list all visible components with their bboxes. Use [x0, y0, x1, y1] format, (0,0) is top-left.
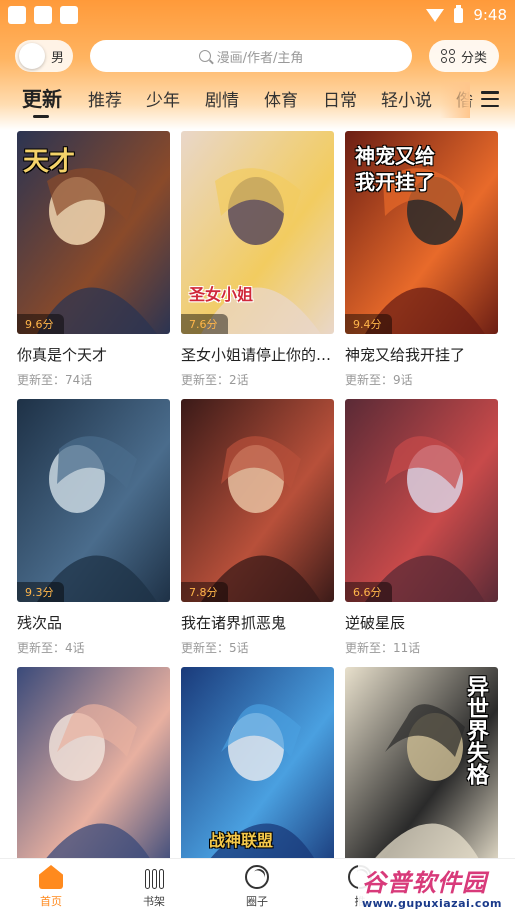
cover-art [17, 667, 170, 870]
tab-recommend[interactable]: 推荐 [88, 86, 122, 111]
tab-update[interactable]: 更新 [22, 83, 62, 112]
nav-circle-label: 圈子 [246, 895, 268, 908]
comic-card[interactable]: 战神联盟 [181, 667, 334, 870]
home-icon [39, 865, 63, 889]
comic-update: 更新至：2话 [181, 373, 249, 387]
comic-cover: 9.3分 [17, 399, 170, 602]
comic-title: 圣女小姐请停止你的… [181, 346, 332, 364]
tabs-fade [440, 82, 470, 118]
cover-title-art: 天才 [23, 147, 76, 177]
score-badge: 7.8分 [181, 582, 228, 602]
tab-daily[interactable]: 日常 [323, 86, 357, 111]
bookshelf-icon [142, 865, 166, 889]
category-button[interactable]: 分类 [429, 40, 499, 72]
menu-icon[interactable] [481, 91, 499, 107]
cover-title-art: 战神联盟 [209, 831, 274, 850]
status-time: 9:48 [473, 6, 507, 24]
nav-bookshelf-label: 书架 [143, 895, 165, 908]
comic-card[interactable]: 神宠又给我开挂了 9.4分 神宠又给我开挂了 更新至：9话 [345, 131, 498, 388]
wifi-icon [426, 8, 445, 22]
comic-card[interactable]: 9.3分 残次品 更新至：4话 [17, 399, 170, 656]
comic-card[interactable] [17, 667, 170, 870]
category-tabs: 更新 推荐 少年 剧情 体育 日常 轻小说 偺 [0, 82, 515, 122]
nav-home-label: 首页 [40, 895, 62, 908]
search-placeholder: 漫画/作者/主角 [216, 50, 304, 66]
notification-icon [34, 6, 52, 24]
score-badge: 9.6分 [17, 314, 64, 334]
cover-title-art: 神宠又给我开挂了 [355, 144, 435, 194]
nav-bookshelf[interactable]: 书架 [124, 865, 184, 909]
notification-icon [60, 6, 78, 24]
comic-card[interactable]: 天才 9.6分 你真是个天才 更新至：74话 [17, 131, 170, 388]
cover-art [17, 399, 170, 602]
notification-icon [8, 6, 26, 24]
comic-title: 神宠又给我开挂了 [345, 346, 466, 364]
score-badge: 9.3分 [17, 582, 64, 602]
tab-light-novel[interactable]: 轻小说 [381, 86, 432, 111]
comic-update: 更新至：11话 [345, 641, 421, 655]
comic-cover: 神宠又给我开挂了 9.4分 [345, 131, 498, 334]
app-screen: 9:48 男 漫画/作者/主角 分类 更新 推荐 少年 剧情 体育 日常 轻小说… [0, 0, 515, 916]
comic-title: 我在诸界抓恶鬼 [181, 614, 287, 632]
search-row: 男 漫画/作者/主角 分类 [0, 40, 515, 74]
comic-card[interactable]: 6.6分 逆破星辰 更新至：11话 [345, 399, 498, 656]
cover-art [181, 399, 334, 602]
comic-update: 更新至：5话 [181, 641, 249, 655]
comic-update: 更新至：74话 [17, 373, 93, 387]
tab-sports[interactable]: 体育 [264, 86, 298, 111]
gender-label: 男 [51, 50, 65, 66]
nav-home[interactable]: 首页 [21, 865, 81, 909]
tab-shounen[interactable]: 少年 [146, 86, 180, 111]
category-label: 分类 [460, 50, 487, 66]
comic-cover: 战神联盟 [181, 667, 334, 870]
comic-update: 更新至：4话 [17, 641, 85, 655]
comic-title: 你真是个天才 [17, 346, 108, 364]
comic-cover: 圣女小姐 7.6分 [181, 131, 334, 334]
search-icon [198, 50, 211, 62]
score-badge: 7.6分 [181, 314, 228, 334]
search-input[interactable]: 漫画/作者/主角 [90, 40, 412, 72]
status-bar: 9:48 [0, 0, 515, 30]
score-badge: 9.4分 [345, 314, 392, 334]
tab-drama[interactable]: 剧情 [205, 86, 239, 111]
gender-toggle[interactable]: 男 [15, 40, 73, 72]
watermark-url: www.gupuxiazai.com [362, 897, 502, 910]
cover-title-art: 圣女小姐 [189, 285, 254, 304]
category-icon [440, 49, 455, 63]
watermark: 谷普软件园 www.gupuxiazai.com [358, 861, 515, 916]
cover-art [345, 399, 498, 602]
comic-cover [17, 667, 170, 870]
comic-cover: 6.6分 [345, 399, 498, 602]
comic-title: 逆破星辰 [345, 614, 406, 632]
comic-cover: 天才 9.6分 [17, 131, 170, 334]
comic-card[interactable]: 异世界失格 [345, 667, 498, 870]
comic-update: 更新至：9话 [345, 373, 413, 387]
battery-icon [454, 4, 464, 23]
comic-cover: 7.8分 [181, 399, 334, 602]
cover-title-art: 异世界失格 [463, 675, 488, 785]
comic-card[interactable]: 7.8分 我在诸界抓恶鬼 更新至：5话 [181, 399, 334, 656]
nav-circle[interactable]: 圈子 [227, 865, 287, 909]
score-badge: 6.6分 [345, 582, 392, 602]
tab-indicator [33, 115, 49, 118]
toggle-knob [19, 43, 45, 69]
circle-icon [245, 865, 269, 889]
comic-card[interactable]: 圣女小姐 7.6分 圣女小姐请停止你的… 更新至：2话 [181, 131, 334, 388]
comic-title: 残次品 [17, 614, 63, 632]
comic-cover: 异世界失格 [345, 667, 498, 870]
watermark-logo: 谷普软件园 [362, 869, 487, 897]
